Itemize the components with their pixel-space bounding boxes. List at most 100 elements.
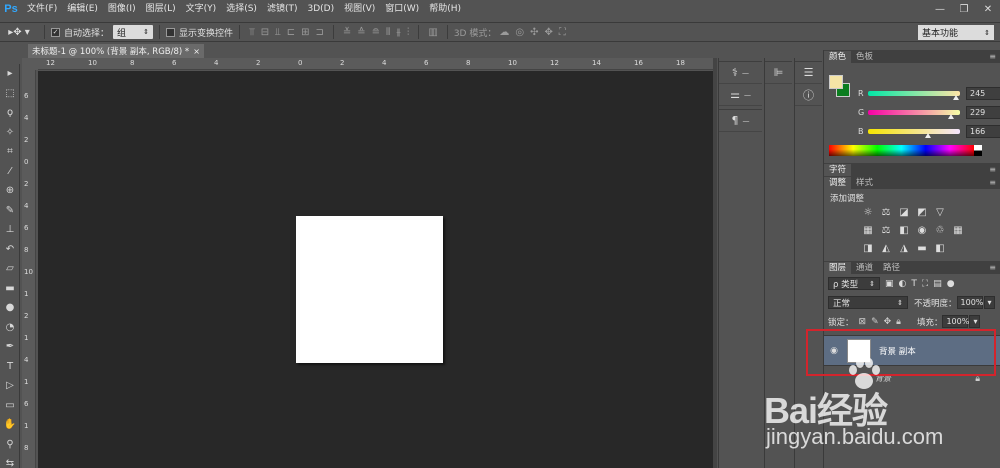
clone-stamp-tool-icon[interactable]: ⊥ (0, 220, 20, 240)
gradient-tool-icon[interactable]: ▬ (0, 279, 20, 299)
document-tab[interactable]: 未标题-1 @ 100% (背景 副本, RGB/8) * × (28, 44, 204, 58)
move-tool-preset-icon[interactable]: ▸✥ ▾ (0, 27, 38, 38)
align-top-icon[interactable]: ⫪ (249, 27, 255, 38)
vibrance-icon[interactable]: ▽ (932, 206, 948, 218)
auto-select-checkbox[interactable]: ✓ (51, 27, 60, 37)
green-value-input[interactable]: 229 (966, 105, 1000, 119)
filter-shape-icon[interactable]: ⛶ (922, 279, 928, 289)
pen-tool-icon[interactable]: ✒ (0, 337, 20, 357)
hue-saturation-icon[interactable]: ▦ (860, 224, 876, 236)
distribute-bottom-icon[interactable]: ≘ (372, 27, 380, 38)
3d-slide-icon[interactable]: ✥ (544, 27, 552, 38)
show-transform-checkbox[interactable] (166, 27, 176, 37)
auto-select-dropdown[interactable]: 组 ⇕ (113, 25, 154, 39)
opacity-input[interactable]: 100% (956, 296, 983, 309)
healing-brush-tool-icon[interactable]: ⊕ (0, 181, 20, 201)
color-lookup-icon[interactable]: ▦ (950, 224, 966, 236)
menu-3d[interactable]: 3D(D) (302, 0, 339, 18)
gradient-map-icon[interactable]: ▬ (914, 242, 930, 254)
align-left-icon[interactable]: ⊏ (287, 27, 295, 38)
close-button[interactable]: ✕ (976, 0, 1000, 18)
canvas-area[interactable] (38, 71, 713, 468)
auto-align-icon[interactable]: ▥ (428, 27, 437, 38)
dodge-tool-icon[interactable]: ◔ (0, 318, 20, 338)
info-icon[interactable]: ⓘ (795, 84, 822, 106)
menu-file[interactable]: 文件(F) (22, 0, 62, 18)
exposure-icon[interactable]: ◩ (914, 206, 930, 218)
crop-tool-icon[interactable]: ⌗ (0, 142, 20, 162)
lock-position-icon[interactable]: ✥ (884, 317, 892, 327)
eraser-tool-icon[interactable]: ▱ (0, 259, 20, 279)
red-slider[interactable] (868, 90, 960, 100)
selective-color-icon[interactable]: ◧ (932, 242, 948, 254)
close-tab-icon[interactable]: × (193, 47, 200, 56)
type-tool-icon[interactable]: T (0, 357, 20, 377)
panel-menu-icon[interactable]: ≡ (989, 164, 996, 176)
align-hcenter-icon[interactable]: ⊞ (301, 27, 309, 38)
3d-pan-icon[interactable]: ✣ (530, 27, 538, 38)
black-white-icon[interactable]: ◧ (896, 224, 912, 236)
hand-tool-icon[interactable]: ✋ (0, 415, 20, 435)
vertical-scrollbar[interactable] (713, 58, 717, 468)
filter-pixel-icon[interactable]: ▣ (885, 279, 894, 289)
move-tool-icon[interactable]: ▸ (0, 64, 20, 84)
blur-tool-icon[interactable]: ● (0, 298, 20, 318)
panel-menu-icon[interactable]: ≡ (989, 177, 996, 189)
paragraph-icon[interactable]: ¶ — (719, 110, 762, 132)
channel-mixer-icon[interactable]: ♲ (932, 224, 948, 236)
blue-slider-thumb[interactable] (924, 132, 931, 138)
menu-help[interactable]: 帮助(H) (424, 0, 466, 18)
blue-slider[interactable] (868, 128, 960, 138)
blue-value-input[interactable]: 166 (966, 124, 1000, 138)
lock-image-icon[interactable]: ✎ (871, 317, 879, 327)
lasso-tool-icon[interactable]: ϙ (0, 103, 20, 123)
tab-character[interactable]: 字符 (824, 164, 852, 176)
levels-icon[interactable]: ⚖ (878, 206, 894, 218)
fill-dropdown-icon[interactable]: ▾ (969, 315, 981, 328)
red-value-input[interactable]: 245 (966, 86, 1000, 100)
marquee-tool-icon[interactable]: ⬚ (0, 84, 20, 104)
lock-transparent-icon[interactable]: ⊠ (859, 317, 867, 327)
tab-channels[interactable]: 通道 (851, 262, 878, 274)
align-bottom-icon[interactable]: ⫫ (275, 27, 281, 38)
document-canvas[interactable] (296, 216, 443, 363)
color-balance-icon[interactable]: ⚖ (878, 224, 894, 236)
menu-layer[interactable]: 图层(L) (141, 0, 181, 18)
menu-image[interactable]: 图像(I) (103, 0, 141, 18)
opacity-dropdown-icon[interactable]: ▾ (983, 296, 995, 309)
properties-icon[interactable]: ☰ (795, 62, 822, 84)
brightness-contrast-icon[interactable]: ☼ (860, 206, 876, 218)
green-slider-thumb[interactable] (947, 113, 954, 119)
align-vcenter-icon[interactable]: ⊟ (261, 27, 269, 38)
eyedropper-tool-icon[interactable]: ⁄ (0, 162, 20, 182)
brush-tool-icon[interactable]: ✎ (0, 201, 20, 221)
distribute-left-icon[interactable]: ⫴ (386, 27, 390, 38)
path-select-tool-icon[interactable]: ▷ (0, 376, 20, 396)
history-icon[interactable]: ⊫ (765, 62, 792, 84)
invert-icon[interactable]: ◨ (860, 242, 876, 254)
filter-type-icon[interactable]: T (911, 279, 917, 289)
tool-presets-icon[interactable]: ⚕ — (719, 62, 762, 84)
3d-roll-icon[interactable]: ◎ (515, 27, 524, 38)
panel-menu-icon[interactable]: ≡ (989, 262, 996, 274)
distribute-vcenter-icon[interactable]: ≙ (357, 27, 365, 38)
distribute-top-icon[interactable]: ≚ (343, 27, 351, 38)
posterize-icon[interactable]: ◭ (878, 242, 894, 254)
threshold-icon[interactable]: ◮ (896, 242, 912, 254)
rectangle-tool-icon[interactable]: ▭ (0, 396, 20, 416)
filter-adjustment-icon[interactable]: ◐ (899, 279, 907, 289)
blend-mode-dropdown[interactable]: 正常 ⇕ (828, 296, 908, 309)
tab-adjustments[interactable]: 调整 (824, 177, 852, 189)
tab-color[interactable]: 颜色 (824, 51, 852, 63)
menu-select[interactable]: 选择(S) (221, 0, 262, 18)
history-brush-tool-icon[interactable]: ↶ (0, 240, 20, 260)
layer-filter-dropdown[interactable]: ρ 类型 ⇕ (828, 277, 880, 290)
curves-icon[interactable]: ◪ (896, 206, 912, 218)
distribute-right-icon[interactable]: ⫶ (407, 27, 410, 38)
black-white-ramp[interactable] (974, 145, 982, 156)
tab-layers[interactable]: 图层 (824, 262, 852, 274)
align-right-icon[interactable]: ⊐ (315, 27, 323, 38)
zoom-tool-icon[interactable]: ⚲ (0, 435, 20, 455)
swap-colors-icon[interactable]: ⇆ (0, 454, 20, 468)
filter-smart-object-icon[interactable]: ▤ (933, 279, 942, 289)
